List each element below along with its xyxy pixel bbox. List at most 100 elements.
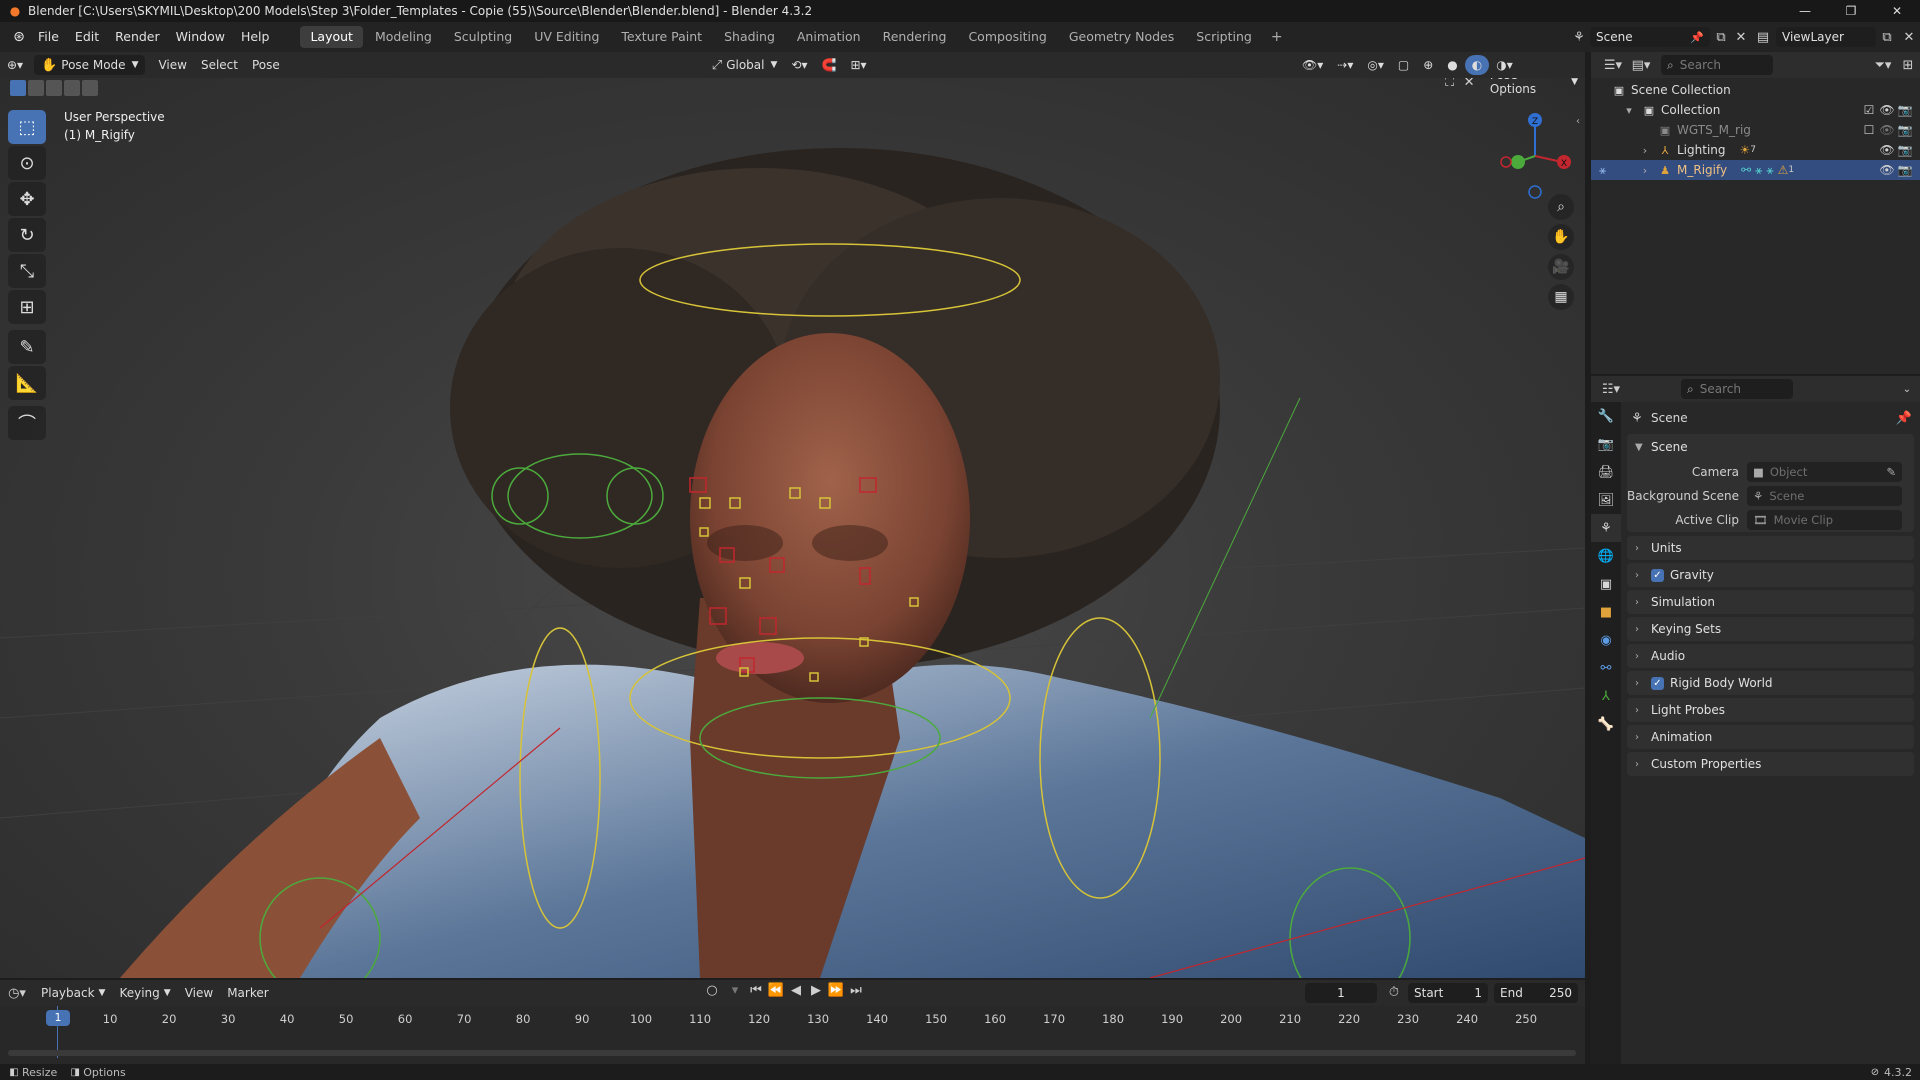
start-frame-field[interactable]: Start 1 [1408,983,1488,1003]
menu-window[interactable]: Window [168,22,233,52]
rotate-tool-icon[interactable]: ↻ [8,218,46,252]
visibility-icon[interactable]: 👁▾ [1295,55,1330,75]
armature-data-tab-icon[interactable]: ⅄ [1591,682,1621,710]
tab-layout[interactable]: Layout [300,26,363,48]
sidebar-toggle-icon[interactable]: ‹ [1576,116,1580,127]
camera-view-icon[interactable]: 🎥 [1548,254,1574,280]
tool-tab-icon[interactable]: 🔧 [1591,402,1621,430]
delete-viewlayer-icon[interactable]: ✕ [1898,30,1920,45]
active-clip-field[interactable]: 🎞 Movie Clip [1747,510,1902,530]
menu-edit[interactable]: Edit [67,22,107,52]
output-tab-icon[interactable]: 🖨 [1591,458,1621,486]
outliner-row-scene-collection[interactable]: ▣ Scene Collection [1591,80,1920,100]
eye-icon[interactable]: 👁 [1878,143,1896,157]
add-workspace-icon[interactable]: + [1263,29,1291,45]
tab-texture-paint[interactable]: Texture Paint [611,26,712,48]
bone-relax-tool-icon[interactable]: ⌒ [8,406,46,440]
pivot-point-icon[interactable]: ⟲▾ [784,55,814,75]
playhead-frame-badge[interactable]: 1 [46,1010,70,1026]
object-tab-icon[interactable]: ■ [1591,598,1621,626]
physics-tab-icon[interactable]: ◉ [1591,626,1621,654]
expand-chevron-icon[interactable]: ▾ [1621,104,1637,117]
xray-toggle-icon[interactable]: ▢ [1391,55,1416,75]
viewlayer-selector[interactable]: ViewLayer [1776,27,1876,47]
x-mirror-icon[interactable]: ✕ [1459,78,1478,90]
simulation-panel[interactable]: › Simulation [1627,590,1914,614]
exclude-checkbox-icon[interactable]: ☑ [1860,103,1878,117]
menu-help[interactable]: Help [233,22,278,52]
play-reverse-icon[interactable]: ◀ [786,983,806,998]
jump-end-icon[interactable]: ⏭ [846,983,866,998]
select-extend-icon[interactable] [28,80,44,96]
menu-keying[interactable]: Keying ▼ [112,983,177,1003]
tab-scripting[interactable]: Scripting [1186,26,1262,48]
outliner-row-m-rigify[interactable]: ⚹ › ♟ M_Rigify ⚯ ⚹ ⚹ ⚠ 1 👁 📷 [1591,160,1920,180]
play-icon[interactable]: ▶ [806,983,826,998]
cursor-tool-icon[interactable]: ⊙ [8,146,46,180]
properties-search-input[interactable]: ⌕ Search [1681,379,1793,399]
tab-uv-editing[interactable]: UV Editing [524,26,609,48]
editor-type-icon[interactable]: ⊕▾ [0,55,30,75]
expand-chevron-icon[interactable]: › [1637,144,1653,157]
select-invert-icon[interactable] [64,80,80,96]
world-tab-icon[interactable]: 🌐 [1591,542,1621,570]
new-scene-icon[interactable]: ⧉ [1710,30,1732,45]
menu-file[interactable]: File [30,22,67,52]
navigation-gizmo[interactable]: Z X [1490,108,1580,208]
keying-dropdown-icon[interactable]: ▾ [724,983,746,998]
tab-modeling[interactable]: Modeling [365,26,442,48]
menu-playback[interactable]: Playback ▼ [34,983,112,1003]
custom-properties-panel[interactable]: › Custom Properties [1627,752,1914,776]
pin-icon[interactable]: 📌 [1894,411,1914,426]
timeline-scrollbar[interactable] [8,1050,1576,1056]
select-box-tool-icon[interactable]: ⬚ [8,110,46,144]
menu-render[interactable]: Render [107,22,168,52]
tab-geometry-nodes[interactable]: Geometry Nodes [1059,26,1184,48]
bone-tab-icon[interactable]: 🦴 [1591,710,1621,738]
snap-icon[interactable]: 🧲 [814,55,843,75]
minimize-button[interactable]: — [1782,0,1828,22]
annotate-tool-icon[interactable]: ✎ [8,330,46,364]
auto-keying-icon[interactable]: ○ [700,983,724,998]
3d-viewport[interactable]: User Perspective (1) M_Rigify ⬚ ⊙ ✥ ↻ ⤡ … [0,78,1585,978]
jump-keyframe-forward-icon[interactable]: ⏩ [826,983,846,998]
scene-panel-header[interactable]: ▼ Scene [1627,434,1914,460]
menu-select[interactable]: Select [194,55,245,75]
gravity-checkbox[interactable]: ✓ [1651,568,1664,582]
constraints-tab-icon[interactable]: ⚯ [1591,654,1621,682]
delete-scene-icon[interactable]: ✕ [1732,30,1750,45]
gravity-panel[interactable]: › ✓ Gravity [1627,563,1914,587]
expand-chevron-icon[interactable]: › [1637,164,1653,177]
scene-tab-icon[interactable]: ⚘ [1591,514,1621,542]
select-subtract-icon[interactable] [46,80,62,96]
auto-ik-icon[interactable]: ⛶ [1440,78,1459,90]
jump-start-icon[interactable]: ⏮ [746,983,766,998]
tab-shading[interactable]: Shading [714,26,785,48]
wireframe-shading-icon[interactable]: ⊕ [1416,55,1440,75]
scale-tool-icon[interactable]: ⤡ [8,254,46,288]
tab-rendering[interactable]: Rendering [873,26,957,48]
exclude-checkbox-icon[interactable]: ☐ [1860,123,1878,137]
outliner-row-wgts[interactable]: ▣ WGTS_M_rig ☐ 👁 📷 [1591,120,1920,140]
timeline-editor-icon[interactable]: ◷▾ [0,986,34,1001]
eye-icon[interactable]: 👁 [1878,123,1896,137]
end-frame-field[interactable]: End 250 [1494,983,1578,1003]
scene-selector[interactable]: Scene 📌 [1590,27,1710,47]
solid-shading-icon[interactable]: ● [1440,55,1464,75]
gizmo-toggle-icon[interactable]: ⇢▾ [1330,55,1360,75]
animation-panel[interactable]: › Animation [1627,725,1914,749]
eyedropper-icon[interactable]: ✎ [1886,465,1896,479]
properties-editor-icon[interactable]: ☷▾ [1591,382,1631,397]
camera-render-icon[interactable]: 📷 [1896,143,1914,157]
outliner-row-collection[interactable]: ▾ ▣ Collection ☑ 👁 📷 [1591,100,1920,120]
select-intersect-icon[interactable] [82,80,98,96]
audio-panel[interactable]: › Audio [1627,644,1914,668]
transform-orientation-dropdown[interactable]: ⤢ Global ▼ [705,55,785,75]
new-viewlayer-icon[interactable]: ⧉ [1876,30,1898,45]
zoom-icon[interactable]: ⌕ [1548,194,1574,220]
rigid-body-world-checkbox[interactable]: ✓ [1651,676,1664,690]
render-tab-icon[interactable]: 📷 [1591,430,1621,458]
view-layer-tab-icon[interactable]: 🖼 [1591,486,1621,514]
close-window-button[interactable]: ✕ [1874,0,1920,22]
rigid-body-world-panel[interactable]: › ✓ Rigid Body World [1627,671,1914,695]
